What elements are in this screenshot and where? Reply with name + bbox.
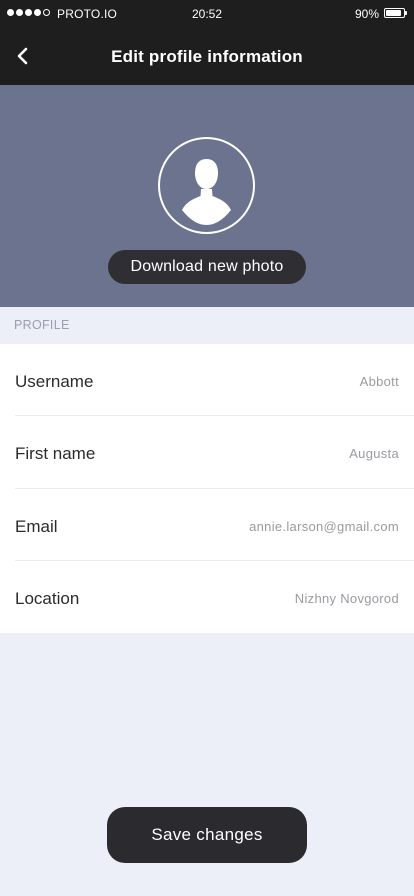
field-label: Email <box>15 516 58 536</box>
status-time: 20:52 <box>191 7 223 21</box>
battery-percentage: 90% <box>354 7 379 21</box>
field-label: Username <box>15 372 94 391</box>
field-value: annie.larson@gmail.com <box>249 518 399 534</box>
status-bar: PROTO.IO 20:52 90% <box>0 0 414 28</box>
field-value: Augusta <box>349 446 399 462</box>
battery-icon <box>384 8 407 18</box>
save-changes-button[interactable]: Save changes <box>107 807 307 863</box>
field-row-first-name[interactable]: First name Augusta <box>15 416 414 489</box>
field-label: First name <box>15 444 96 464</box>
profile-fields-list: Username Abbott First name Augusta Email… <box>0 344 414 633</box>
field-row-location[interactable]: Location Nizhny Novgorod <box>15 561 414 633</box>
navigation-bar: Edit profile information <box>0 28 414 85</box>
field-value: Nizhny Novgorod <box>294 590 399 606</box>
user-silhouette-icon <box>182 159 231 225</box>
download-new-photo-button[interactable]: Download new photo <box>108 250 306 284</box>
field-value: Abbott <box>359 374 399 389</box>
field-row-email[interactable]: Email annie.larson@gmail.com <box>15 489 414 561</box>
avatar[interactable] <box>158 137 255 234</box>
page-title: Edit profile information <box>111 47 303 66</box>
field-row-username[interactable]: Username Abbott <box>15 344 414 417</box>
section-header-profile: PROFILE <box>0 307 414 344</box>
profile-photo-header: Download new photo <box>0 85 414 307</box>
field-label: Location <box>15 588 80 608</box>
